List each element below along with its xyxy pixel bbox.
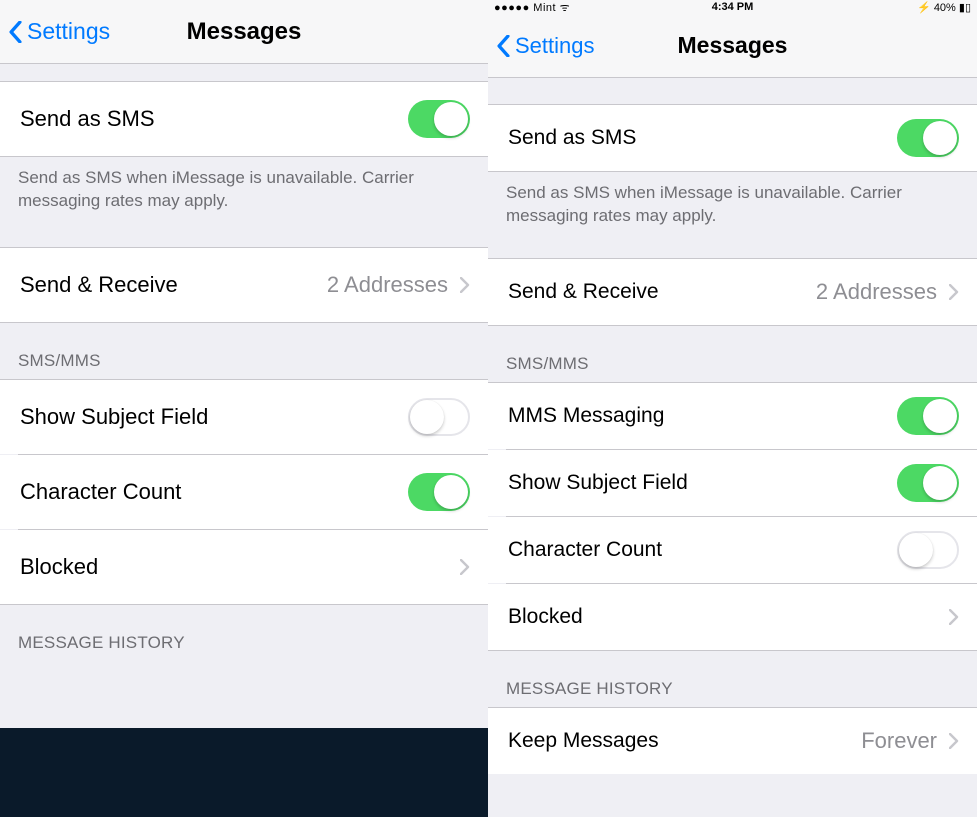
sms-mms-header: SMS/MMS [488,326,977,382]
back-label: Settings [27,18,110,45]
send-as-sms-label: Send as SMS [508,126,897,150]
chevron-right-icon [949,284,959,300]
send-receive-value: 2 Addresses [327,272,448,298]
character-count-label: Character Count [20,479,408,505]
send-as-sms-row[interactable]: Send as SMS [0,82,488,156]
send-as-sms-toggle[interactable] [897,119,959,157]
back-label: Settings [515,33,595,59]
status-battery: ⚡ 40% ▮▯ [812,1,971,14]
blocked-row[interactable]: Blocked [488,584,977,650]
status-carrier: ●●●●● Mint ᯤ [494,0,653,14]
mms-messaging-label: MMS Messaging [508,404,897,428]
back-button[interactable]: Settings [0,18,110,45]
send-as-sms-label: Send as SMS [20,106,408,132]
send-as-sms-footer: Send as SMS when iMessage is unavailable… [488,172,977,234]
character-count-row[interactable]: Character Count [488,517,977,583]
mms-messaging-row[interactable]: MMS Messaging [488,383,977,449]
show-subject-toggle[interactable] [408,398,470,436]
blocked-row[interactable]: Blocked [0,530,488,604]
send-receive-row[interactable]: Send & Receive 2 Addresses [488,259,977,325]
chevron-right-icon [460,277,470,293]
sms-mms-header: SMS/MMS [0,323,488,379]
keep-messages-row[interactable]: Keep Messages Forever [488,708,977,774]
back-button[interactable]: Settings [488,33,595,59]
show-subject-toggle[interactable] [897,464,959,502]
character-count-toggle[interactable] [408,473,470,511]
send-receive-value: 2 Addresses [816,279,937,305]
status-bar: ●●●●● Mint ᯤ 4:34 PM ⚡ 40% ▮▯ [488,0,977,14]
message-history-header: MESSAGE HISTORY [488,651,977,707]
blocked-label: Blocked [508,605,949,629]
character-count-toggle[interactable] [897,531,959,569]
show-subject-label: Show Subject Field [20,404,408,430]
character-count-label: Character Count [508,538,897,562]
send-as-sms-footer: Send as SMS when iMessage is unavailable… [0,157,488,219]
status-time: 4:34 PM [653,1,812,13]
show-subject-row[interactable]: Show Subject Field [488,450,977,516]
message-history-header: MESSAGE HISTORY [0,605,488,661]
show-subject-row[interactable]: Show Subject Field [0,380,488,454]
show-subject-label: Show Subject Field [508,471,897,495]
settings-content: Send as SMS Send as SMS when iMessage is… [488,78,977,817]
chevron-right-icon [460,559,470,575]
navigation-bar: Settings Messages [488,14,977,78]
keep-messages-label: Keep Messages [508,729,861,753]
keep-messages-value: Forever [861,728,937,754]
blocked-label: Blocked [20,554,460,580]
send-as-sms-row[interactable]: Send as SMS [488,105,977,171]
send-receive-row[interactable]: Send & Receive 2 Addresses [0,248,488,322]
chevron-left-icon [8,21,23,43]
send-as-sms-toggle[interactable] [408,100,470,138]
send-receive-label: Send & Receive [508,280,816,304]
settings-content: Send as SMS Send as SMS when iMessage is… [0,64,488,728]
right-screenshot: ●●●●● Mint ᯤ 4:34 PM ⚡ 40% ▮▯ Settings M… [488,0,977,817]
mms-messaging-toggle[interactable] [897,397,959,435]
chevron-right-icon [949,733,959,749]
left-screenshot: Settings Messages Send as SMS Send as SM… [0,0,488,728]
send-receive-label: Send & Receive [20,272,327,298]
navigation-bar: Settings Messages [0,0,488,64]
chevron-left-icon [496,35,511,57]
chevron-right-icon [949,609,959,625]
character-count-row[interactable]: Character Count [0,455,488,529]
